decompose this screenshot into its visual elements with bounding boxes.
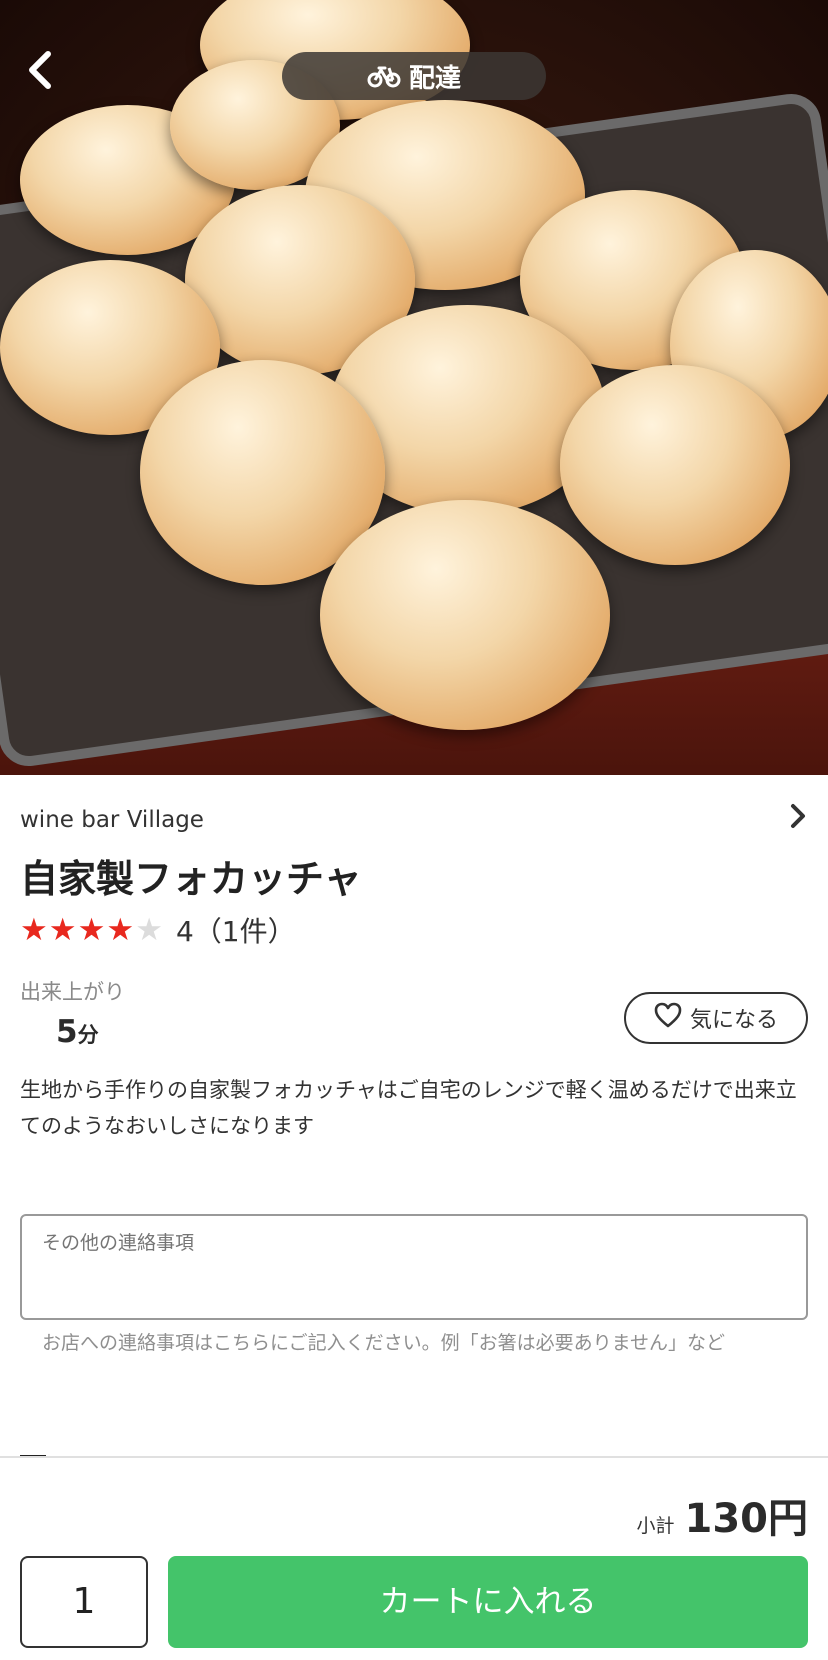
product-title: 自家製フォカッチャ <box>20 857 362 901</box>
star-icon: ★ <box>106 911 135 948</box>
favorite-label: 気になる <box>689 1008 778 1033</box>
shop-link[interactable]: wine bar Village <box>20 800 808 840</box>
rating-text: 4（1件） <box>175 915 296 948</box>
heart-icon <box>654 1002 682 1034</box>
cart-bar: 小計 130円 1 カートに入れる <box>0 1456 828 1660</box>
subtotal: 小計 130円 <box>636 1486 808 1544</box>
add-to-cart-button[interactable]: カートに入れる <box>168 1556 808 1648</box>
product-photo: 配達 <box>0 0 828 775</box>
focaccia-bun <box>560 365 790 565</box>
subtotal-value: 130円 <box>684 1496 809 1542</box>
product-description: 生地から手作りの自家製フォカッチャはご自宅のレンジで軽く温めるだけで出来立てのよ… <box>20 1078 797 1138</box>
back-button[interactable] <box>22 48 66 100</box>
product-rating[interactable]: ★ ★ ★ ★ ★ 4（1件） <box>20 908 296 952</box>
delivery-label: 配達 <box>408 63 461 94</box>
delivery-mode-toggle[interactable]: 配達 <box>282 52 546 100</box>
star-empty-icon: ★ <box>135 911 163 948</box>
chevron-left-icon <box>22 51 56 103</box>
ready-time-unit: 分 <box>77 1023 99 1047</box>
star-icon: ★ <box>48 911 77 948</box>
chevron-right-icon <box>788 801 808 839</box>
note-help-text: お店への連絡事項はこちらにご記入ください。例「お箸は必要ありません」など <box>42 1332 726 1354</box>
ready-time-value: 5分 <box>56 1014 99 1050</box>
ready-time-number: 5 <box>56 1014 78 1050</box>
scroll-peek-section <box>20 1444 140 1456</box>
note-input[interactable] <box>20 1214 808 1320</box>
star-icon: ★ <box>20 911 48 948</box>
focaccia-bun <box>320 500 610 730</box>
subtotal-label: 小計 <box>636 1515 675 1537</box>
ready-time-label: 出来上がり <box>20 980 125 1004</box>
quantity-selector[interactable]: 1 <box>20 1556 148 1648</box>
shop-name: wine bar Village <box>20 807 204 833</box>
bicycle-icon <box>367 64 401 88</box>
star-icon: ★ <box>77 911 106 948</box>
favorite-button[interactable]: 気になる <box>624 992 808 1044</box>
